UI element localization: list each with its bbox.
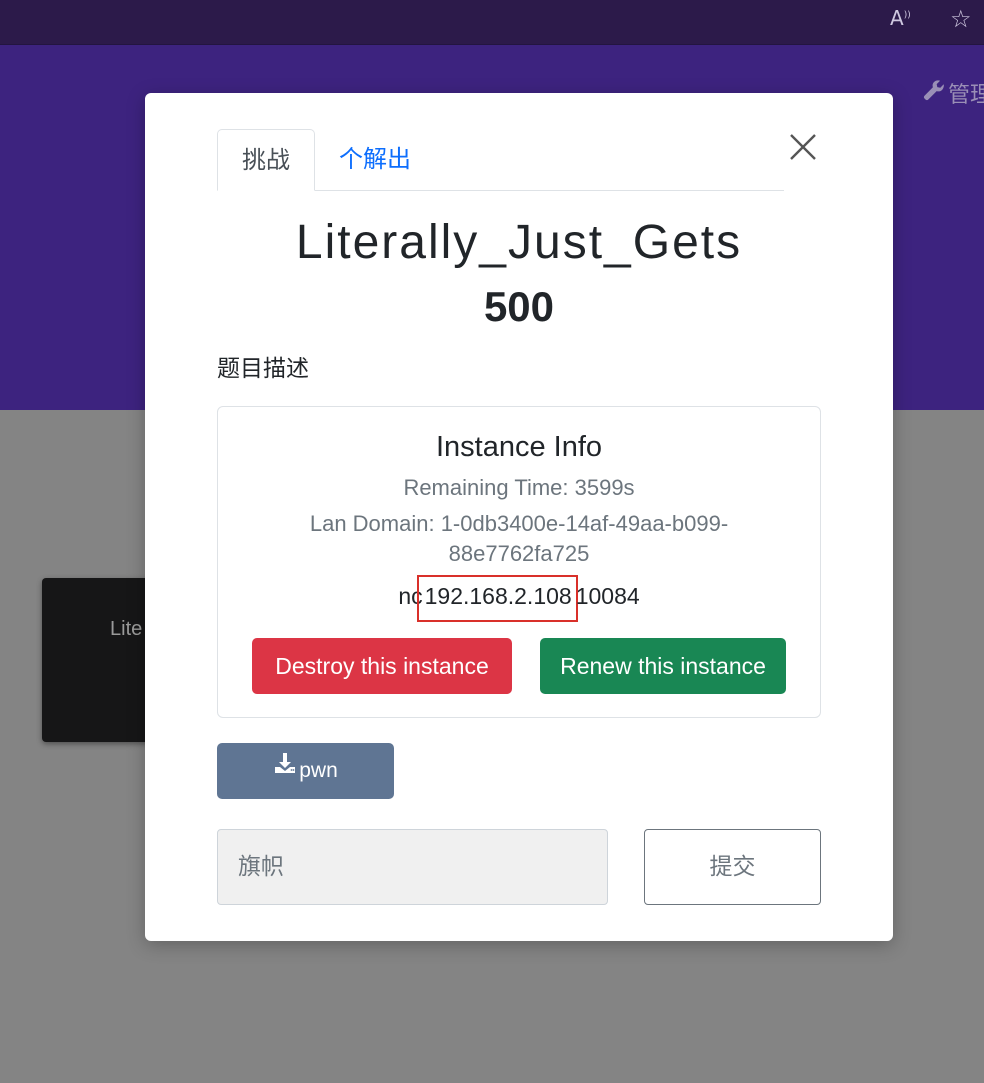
remaining-time: Remaining Time: 3599s [403,475,635,500]
modal-tabs: 挑战 个解出 [217,129,784,191]
download-label: pwn [299,759,338,782]
challenge-value: 500 [483,283,555,330]
challenge-card-name: Lite [110,618,143,640]
port: 10084 [575,583,640,609]
instance-info-panel: Instance Info Remaining Time: 3599s Lan … [217,406,821,718]
submit-button[interactable]: 提交 [644,829,821,905]
read-aloud-icon[interactable]: A)) [890,6,911,30]
browser-toolbar: A)) ☆ [0,0,984,45]
challenge-modal: 挑战 个解出 Literally_Just_Gets 500 题目描述 Inst… [145,93,893,941]
tab-challenge[interactable]: 挑战 [217,129,315,191]
flag-input[interactable] [217,829,608,905]
close-button[interactable] [785,129,821,165]
destroy-instance-button[interactable]: Destroy this instance [252,638,512,694]
star-icon[interactable]: ☆ [950,5,972,33]
wrench-icon [922,78,948,108]
ip-address: 192.168.2.108 [416,575,578,622]
challenge-name: Literally_Just_Gets [295,216,743,269]
download-pwn-button[interactable]: pwn [217,743,394,799]
renew-instance-button[interactable]: Renew this instance [540,638,786,694]
lan-domain: Lan Domain: 1-0db3400e-14af-49aa-b099-88… [309,511,729,566]
description-label: 题目描述 [217,356,309,382]
connection-command: nc192.168.2.108 10084 [218,575,820,622]
instance-title: Instance Info [435,431,603,463]
tab-solves[interactable]: 个解出 [339,129,411,190]
admin-link-label: 管理 [948,83,984,108]
close-icon [790,134,816,160]
download-icon [273,741,297,797]
admin-link[interactable]: 管理 [922,77,984,109]
